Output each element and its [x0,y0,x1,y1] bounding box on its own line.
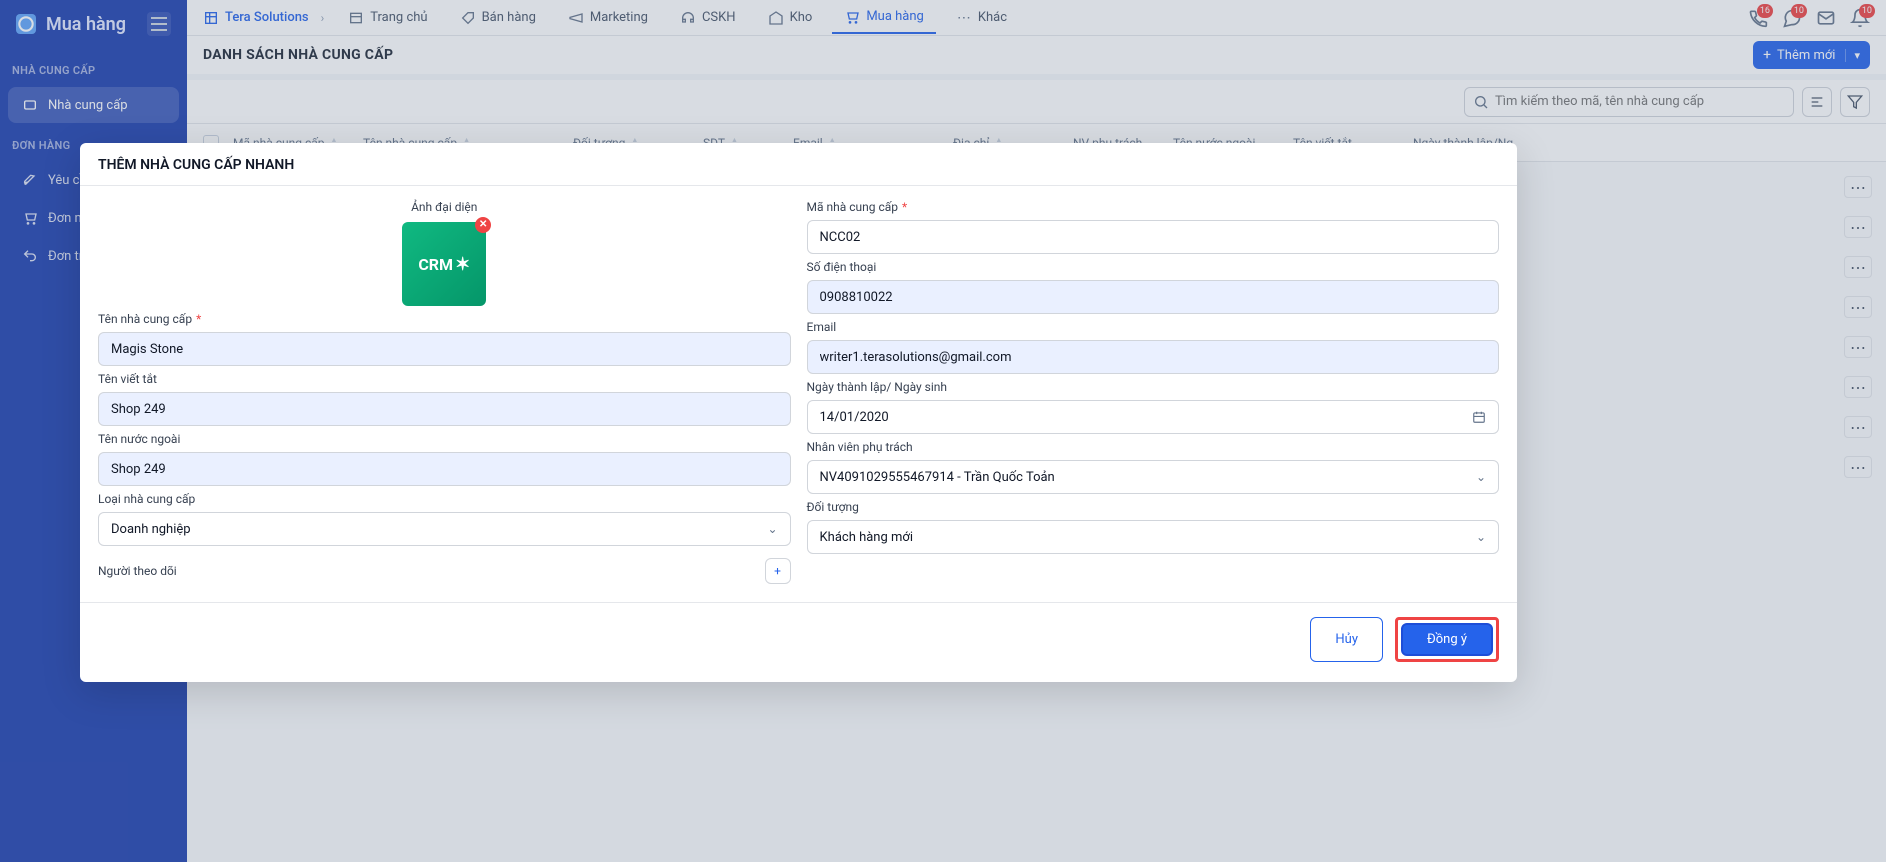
label: Đối tượng [807,500,859,514]
ok-button[interactable]: Đồng ý [1401,623,1493,656]
staff-select[interactable]: NV4091029555467914 - Trần Quốc Toản ⌄ [807,460,1500,494]
avatar-field: Ảnh đại diện CRM ✶ ✕ [98,200,791,306]
label: Ngày thành lập/ Ngày sinh [807,380,948,394]
chevron-down-icon: ⌄ [767,522,777,536]
add-follower-button[interactable]: + [765,558,791,584]
founded-date-input[interactable]: 14/01/2020 [807,400,1500,434]
field-founded-date: Ngày thành lập/ Ngày sinh 14/01/2020 [807,380,1500,434]
field-email: Email [807,320,1500,374]
field-staff: Nhân viên phụ trách NV4091029555467914 -… [807,440,1500,494]
add-supplier-modal: THÊM NHÀ CUNG CẤP NHANH Ảnh đại diện CRM… [80,143,1517,682]
email-input[interactable] [807,340,1500,374]
field-followers: Người theo dõi + [98,558,791,584]
field-phone: Số điện thoại [807,260,1500,314]
field-short-name: Tên viết tắt [98,372,791,426]
select-value: NV4091029555467914 - Trần Quốc Toản [820,470,1055,485]
cancel-button[interactable]: Hủy [1310,617,1383,662]
field-target: Đối tượng Khách hàng mới ⌄ [807,500,1500,554]
short-name-input[interactable] [98,392,791,426]
foreign-name-input[interactable] [98,452,791,486]
remove-avatar-button[interactable]: ✕ [475,217,491,233]
modal-overlay: THÊM NHÀ CUNG CẤP NHANH Ảnh đại diện CRM… [0,0,1886,862]
label: Loại nhà cung cấp [98,492,195,506]
label: Người theo dõi [98,564,177,578]
supplier-name-input[interactable] [98,332,791,366]
avatar-text: CRM [418,255,453,274]
avatar-label: Ảnh đại diện [98,200,791,214]
required-mark: * [902,200,907,214]
calendar-icon [1472,410,1486,424]
select-value: Khách hàng mới [820,530,914,545]
label: Tên viết tắt [98,372,157,386]
target-select[interactable]: Khách hàng mới ⌄ [807,520,1500,554]
label: Số điện thoại [807,260,877,274]
required-mark: * [196,312,201,326]
ok-highlight: Đồng ý [1395,617,1499,662]
avatar-image[interactable]: CRM ✶ ✕ [402,222,486,306]
date-value: 14/01/2020 [820,410,889,425]
chevron-down-icon: ⌄ [1476,530,1486,544]
field-supplier-type: Loại nhà cung cấp Doanh nghiệp ⌄ [98,492,791,546]
modal-body: Ảnh đại diện CRM ✶ ✕ Tên nhà cung cấp * T… [80,186,1517,592]
field-foreign-name: Tên nước ngoài [98,432,791,486]
label: Tên nước ngoài [98,432,180,446]
modal-left-column: Ảnh đại diện CRM ✶ ✕ Tên nhà cung cấp * T… [98,200,791,584]
modal-title: THÊM NHÀ CUNG CẤP NHANH [80,143,1517,186]
label: Nhân viên phụ trách [807,440,913,454]
chevron-down-icon: ⌄ [1476,470,1486,484]
phone-input[interactable] [807,280,1500,314]
label: Tên nhà cung cấp [98,312,192,326]
select-value: Doanh nghiệp [111,522,191,537]
label: Mã nhà cung cấp [807,200,899,214]
field-supplier-name: Tên nhà cung cấp * [98,312,791,366]
supplier-type-select[interactable]: Doanh nghiệp ⌄ [98,512,791,546]
supplier-code-input[interactable] [807,220,1500,254]
label: Email [807,320,837,334]
field-supplier-code: Mã nhà cung cấp* [807,200,1500,254]
modal-footer: Hủy Đồng ý [80,602,1517,682]
modal-right-column: Mã nhà cung cấp* Số điện thoại Email Ngà… [807,200,1500,584]
